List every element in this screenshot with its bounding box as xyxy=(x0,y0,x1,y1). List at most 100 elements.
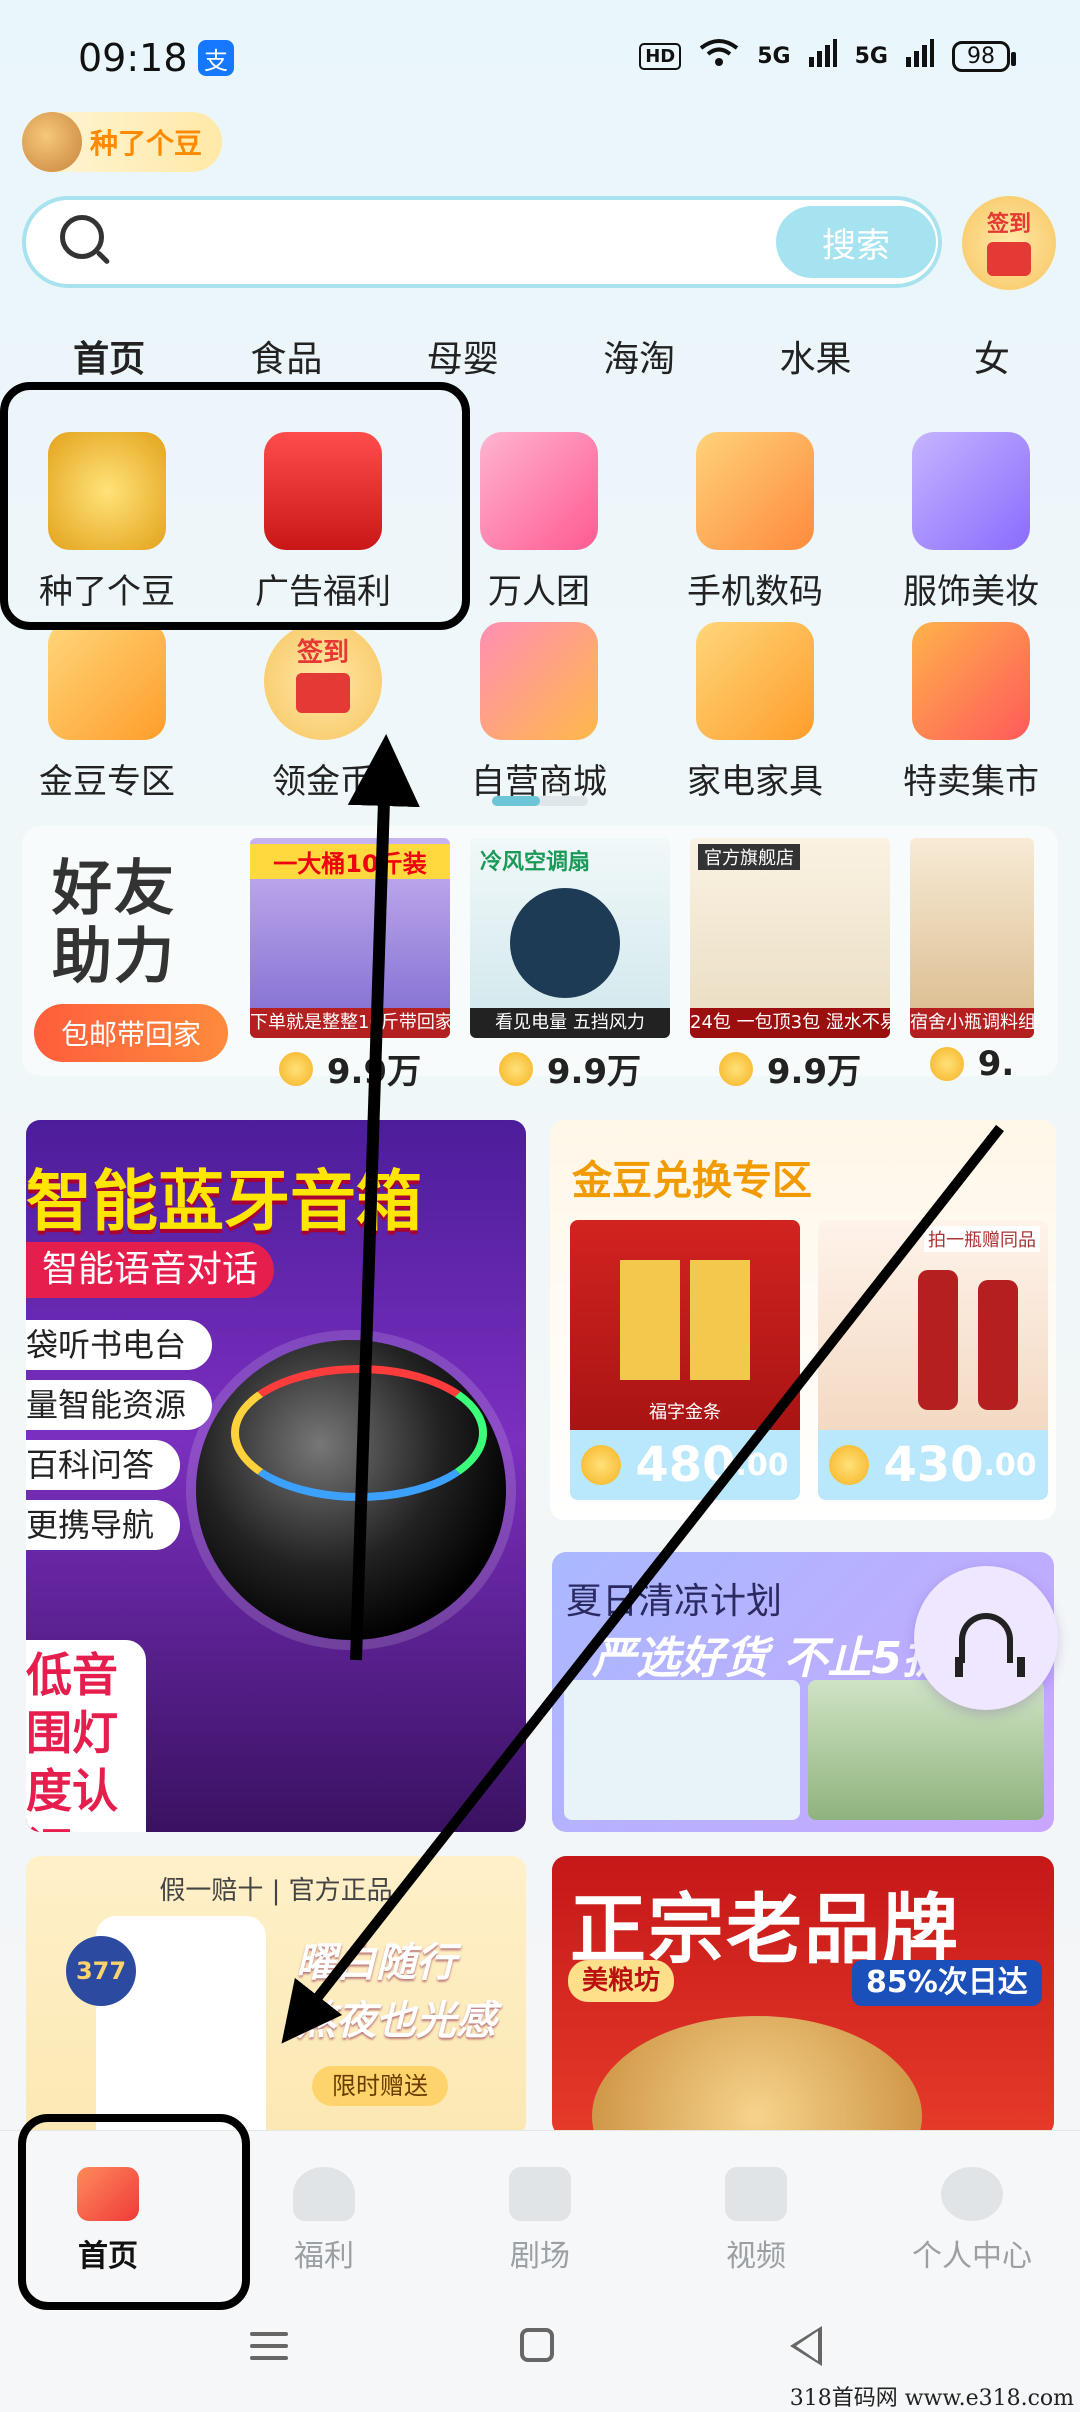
exchange-price: 480.00 xyxy=(570,1430,800,1500)
money-bag-icon xyxy=(293,2167,355,2221)
skincare-tube-image: 377 xyxy=(66,1916,266,2136)
app-logo: 种了个豆 xyxy=(22,112,222,172)
wifi-icon xyxy=(699,38,739,74)
category-label: 手机数码 xyxy=(687,572,823,612)
battery-indicator: 98 xyxy=(952,40,1016,72)
checkin-button[interactable]: 签到 xyxy=(962,196,1056,290)
shopping-cart-icon xyxy=(480,622,598,740)
category-item-self-mall[interactable]: 自营商城 xyxy=(434,622,644,803)
exchange-price: 430.00 xyxy=(818,1430,1048,1500)
signal-bars-icon xyxy=(906,39,934,73)
category-item-appliances[interactable]: 家电家具 xyxy=(650,622,860,803)
speaker-feature: 更携导航 xyxy=(26,1500,181,1550)
trolley-icon xyxy=(912,622,1030,740)
speaker-feature: 百科问答 xyxy=(26,1440,181,1490)
product-price: 9.9万 xyxy=(250,1044,450,1093)
fan-image xyxy=(564,1680,800,1820)
nav-label: 视频 xyxy=(726,2239,786,2274)
speaker-promo-card[interactable]: 智能蓝牙音箱 智能语音对话 袋听书电台 量智能资源 百科问答 更携导航 低音 围… xyxy=(26,1120,526,1832)
product-image: 宿舍小瓶调料组合大 xyxy=(910,838,1034,1038)
status-time: 09:18 xyxy=(78,36,188,80)
hd-icon: HD xyxy=(639,42,682,70)
nav-theater[interactable]: 剧场 xyxy=(432,2131,648,2301)
brand-promo-card[interactable]: 正宗老品牌 美粮坊 85%次日达 xyxy=(552,1856,1054,2136)
gold-bean-exchange-card[interactable]: 金豆兑换专区 福字金条 480.00 拍一瓶赠同品 430.00 xyxy=(550,1120,1056,1520)
speaker-feature: 量智能资源 xyxy=(26,1380,213,1430)
product-price: 9.9万 xyxy=(470,1044,670,1093)
category-label: 特卖集市 xyxy=(903,762,1039,802)
checkin-badge: 签到 xyxy=(296,638,349,668)
mascot-icon xyxy=(22,112,82,172)
product-card[interactable]: 官方旗舰店 24包 一包顶3包 湿水不易破 9.9万 xyxy=(690,838,890,1093)
status-indicators: HD 5G 5G 98 xyxy=(639,38,1016,74)
next-day-delivery-badge: 85%次日达 xyxy=(852,1960,1042,2006)
exchange-title: 金豆兑换专区 xyxy=(572,1158,812,1204)
skincare-slogan: 曜白随行 熬夜也光感 xyxy=(296,1940,496,2044)
nav-video[interactable]: 视频 xyxy=(648,2131,864,2301)
home-square-icon[interactable] xyxy=(520,2328,554,2362)
product-image: 官方旗舰店 24包 一包顶3包 湿水不易破 xyxy=(690,838,890,1038)
search-button[interactable]: 搜索 xyxy=(776,206,936,278)
shopping-bag-icon xyxy=(48,622,166,740)
gold-bar-image: 福字金条 xyxy=(570,1220,800,1430)
watermark: 318首码网 www.e318.com xyxy=(789,2386,1074,2411)
shopping-bag-icon xyxy=(696,622,814,740)
category-item-gold-beans[interactable]: 金豆专区 xyxy=(2,622,212,803)
checkin-envelope-icon: 签到 xyxy=(264,622,382,740)
friend-help-title: 好友 助力 xyxy=(52,854,176,992)
tab-home[interactable]: 首页 xyxy=(20,330,198,386)
signal-icon-sim2: 5G xyxy=(854,43,888,69)
product-card[interactable]: 宿舍小瓶调料组合大 9. xyxy=(910,838,1034,1084)
category-item-digital[interactable]: 手机数码 xyxy=(650,432,860,613)
rgb-ring xyxy=(231,1365,487,1501)
product-price: 9. xyxy=(910,1044,1034,1084)
speaker-feature: 袋听书电台 xyxy=(26,1320,213,1370)
category-label: 领金币 xyxy=(272,762,374,802)
customer-service-button[interactable] xyxy=(914,1566,1058,1710)
skincare-guarantee: 假一赔十 | 官方正品 xyxy=(159,1876,393,1906)
product-price: 9.9万 xyxy=(690,1044,890,1093)
speaker-bass-label: 低音 围灯 度认证 xyxy=(26,1640,146,1832)
signal-bars-icon xyxy=(808,39,837,73)
flatbread-image xyxy=(592,2016,922,2136)
category-label: 家电家具 xyxy=(687,762,823,802)
headset-icon xyxy=(955,1613,1025,1677)
summer-subtitle: 严选好货 不止5折 xyxy=(592,1633,946,1684)
product-image: 一大桶10斤装 下单就是整整10斤带回家 xyxy=(250,838,450,1038)
speaker-subtitle: 智能语音对话 xyxy=(26,1242,275,1298)
video-icon xyxy=(725,2167,787,2221)
category-label: 服饰美妆 xyxy=(903,572,1039,612)
coin-icon xyxy=(498,1051,533,1086)
summer-title: 夏日清凉计划 xyxy=(566,1581,783,1622)
category-item-fashion[interactable]: 服饰美妆 xyxy=(866,432,1076,613)
exchange-item[interactable]: 福字金条 480.00 xyxy=(570,1220,800,1500)
limited-gift-tag: 限时赠送 xyxy=(312,2066,448,2106)
coin-icon xyxy=(929,1047,964,1081)
gift-bag-icon xyxy=(480,432,598,550)
category-tabs: 首页 食品 母婴 海淘 水果 女 xyxy=(0,330,1080,386)
nav-profile[interactable]: 个人中心 xyxy=(864,2131,1080,2301)
nav-label: 福利 xyxy=(294,2239,354,2274)
product-image: 冷风空调扇 看见电量 五挡风力 xyxy=(470,838,670,1038)
category-item-collect-coins[interactable]: 签到 领金币 xyxy=(218,622,428,803)
tab-overseas[interactable]: 海淘 xyxy=(551,330,727,386)
tab-food[interactable]: 食品 xyxy=(198,330,374,386)
logo-text: 种了个豆 xyxy=(90,127,203,160)
category-item-flash-sale[interactable]: 特卖集市 xyxy=(866,622,1076,803)
category-scroll-indicator xyxy=(492,796,588,806)
free-shipping-button[interactable]: 包邮带回家 xyxy=(34,1004,228,1062)
skincare-promo-card[interactable]: 假一赔十 | 官方正品 377 曜白随行 熬夜也光感 限时赠送 xyxy=(26,1856,526,2136)
tab-baby[interactable]: 母婴 xyxy=(375,330,551,386)
camera-icon xyxy=(509,2167,571,2221)
product-card[interactable]: 一大桶10斤装 下单就是整整10斤带回家 9.9万 xyxy=(250,838,450,1093)
liquor-image: 拍一瓶赠同品 xyxy=(818,1220,1048,1430)
product-card[interactable]: 冷风空调扇 看见电量 五挡风力 9.9万 xyxy=(470,838,670,1093)
menu-icon[interactable] xyxy=(250,2324,288,2368)
nav-label: 个人中心 xyxy=(912,2239,1032,2274)
exchange-item[interactable]: 拍一瓶赠同品 430.00 xyxy=(818,1220,1048,1500)
tab-fruit[interactable]: 水果 xyxy=(727,330,903,386)
tab-women[interactable]: 女 xyxy=(904,330,1080,386)
back-triangle-icon[interactable] xyxy=(790,2326,822,2366)
highlight-box-categories xyxy=(0,382,470,630)
coin-icon xyxy=(278,1051,313,1086)
